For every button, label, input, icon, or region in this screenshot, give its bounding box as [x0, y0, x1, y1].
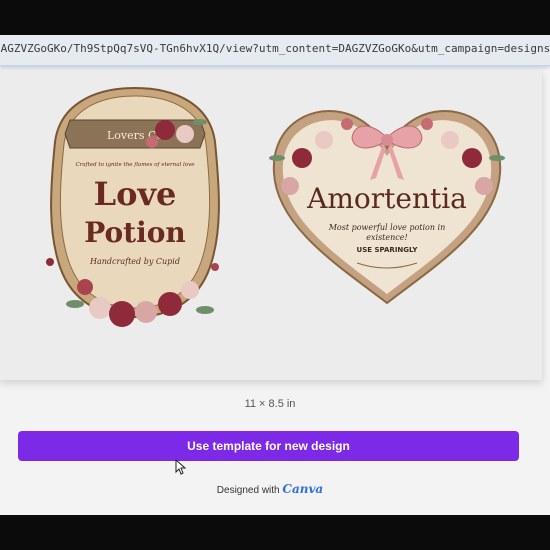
design-preview: Lovers Co Crafted to ignite the flames o… [0, 70, 542, 380]
designed-with-footer: Designed with Canva [0, 482, 540, 496]
use-template-button[interactable]: Use template for new design [18, 431, 519, 461]
amortentia-warning: USE SPARINGLY [357, 246, 419, 254]
amortentia-title: Amortentia [306, 182, 467, 215]
amortentia-line2: existence! [366, 233, 407, 242]
love-potion-label: Lovers Co Crafted to ignite the flames o… [40, 82, 230, 327]
amortentia-label: Amortentia Most powerful love potion in … [262, 98, 512, 308]
page-dimensions: 11 × 8.5 in [244, 398, 296, 410]
title-potion: Potion [84, 216, 186, 249]
subtitle-text: Handcrafted by Cupid [89, 257, 180, 266]
designed-with-text: Designed with [216, 485, 280, 496]
address-bar[interactable]: DAGZVZGoGKo/Th9StpQq7sVQ-TGn6hvX1Q/view?… [0, 35, 550, 66]
canva-logo[interactable]: Canva [282, 482, 323, 496]
url-text[interactable]: DAGZVZGoGKo/Th9StpQq7sVQ-TGn6hvX1Q/view?… [0, 42, 550, 55]
title-love: Love [94, 175, 177, 213]
amortentia-line1: Most powerful love potion in [328, 223, 446, 232]
tagline-text: Crafted to ignite the flames of eternal … [76, 162, 196, 168]
browser-viewport: DAGZVZGoGKo/Th9StpQq7sVQ-TGn6hvX1Q/view?… [0, 35, 550, 515]
mouse-cursor-icon [175, 458, 187, 480]
